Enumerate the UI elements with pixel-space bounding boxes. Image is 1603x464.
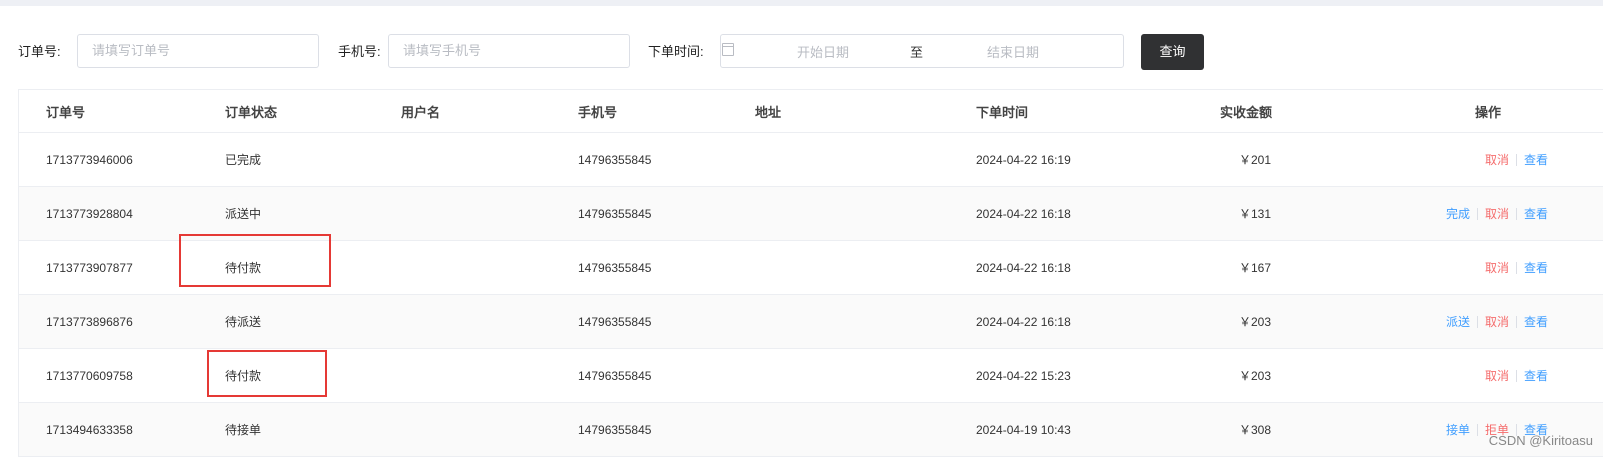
cancel-button[interactable]: 取消 [1485,205,1509,222]
cell-amount: ￥201 [1239,153,1272,167]
cancel-button[interactable]: 取消 [1485,259,1509,276]
order-no-label: 订单号: [18,44,61,59]
phone-input[interactable]: 请填写手机号 [388,34,630,68]
action-divider [1515,315,1517,328]
cancel-button[interactable]: 取消 [1485,151,1509,168]
cell-order-no: 1713773928804 [46,206,133,221]
calendar-icon [722,43,734,56]
view-button[interactable]: 查看 [1524,367,1548,384]
cell-status: 待接单 [225,423,262,437]
cell-amount: ￥308 [1239,423,1272,437]
view-button[interactable]: 查看 [1524,259,1548,276]
cancel-button[interactable]: 取消 [1485,367,1509,384]
row-actions: 取消 查看 [1485,241,1548,294]
cell-phone: 14796355845 [578,422,652,437]
watermark: CSDN @Kiritoasu [1488,433,1593,448]
action-divider [1515,153,1517,166]
cell-order-time: 2024-04-22 16:19 [976,152,1071,167]
cell-phone: 14796355845 [578,368,652,383]
row-actions: 取消 查看 [1485,349,1548,402]
action-divider [1476,315,1478,328]
row-actions: 取消 查看 [1485,133,1548,186]
cell-phone: 14796355845 [578,260,652,275]
query-button[interactable]: 查询 [1141,34,1204,70]
row-actions: 派送 取消 查看 [1446,295,1548,348]
view-button[interactable]: 查看 [1524,313,1548,330]
accept-button[interactable]: 接单 [1446,421,1470,438]
table-row: 1713494633358 待接单 14796355845 2024-04-19 10… [19,403,1603,457]
cell-order-no: 1713494633358 [46,422,133,437]
table-row: 1713773946006 已完成 14796355845 2024-04-22 16… [19,133,1603,187]
action-divider [1515,369,1517,382]
cell-order-no: 1713773896876 [46,314,133,329]
action-divider [1515,261,1517,274]
table-header: 订单号 订单状态 用户名 手机号 地址 下单时间 实收金额 操作 [19,89,1603,133]
table-row: 1713773896876 待派送 14796355845 2024-04-22 16… [19,295,1603,349]
action-divider [1476,207,1478,220]
header-status: 订单状态 [225,104,278,120]
end-date-input[interactable]: 结束日期 [987,44,1039,62]
cell-phone: 14796355845 [578,206,652,221]
cell-amount: ￥131 [1239,207,1272,221]
phone-label: 手机号: [338,44,381,59]
cell-phone: 14796355845 [578,152,652,167]
cell-status: 派送中 [225,207,262,221]
complete-button[interactable]: 完成 [1446,205,1470,222]
cell-status: 待派送 [225,315,262,329]
row-actions: 接单 拒单 查看 [1446,403,1548,456]
header-username: 用户名 [401,104,441,120]
cell-order-no: 1713773946006 [46,152,133,167]
cancel-button[interactable]: 取消 [1485,313,1509,330]
cell-status: 已完成 [225,153,262,167]
cell-order-no: 1713770609758 [46,368,133,383]
highlight-box [207,350,327,397]
cell-order-time: 2024-04-19 10:43 [976,422,1071,437]
view-button[interactable]: 查看 [1524,205,1548,222]
cell-order-time: 2024-04-22 16:18 [976,260,1071,275]
view-button[interactable]: 查看 [1524,151,1548,168]
top-strip [0,0,1603,6]
cell-amount: ￥167 [1239,261,1272,275]
header-actions: 操作 [1475,104,1502,120]
highlight-box [179,234,331,287]
row-actions: 完成 取消 查看 [1446,187,1548,240]
cell-order-time: 2024-04-22 16:18 [976,314,1071,329]
header-address: 地址 [755,104,782,120]
header-phone: 手机号 [578,104,618,120]
action-divider [1515,207,1517,220]
order-time-label: 下单时间: [648,44,704,59]
action-divider [1476,423,1478,436]
header-order-no: 订单号 [46,104,86,120]
date-separator: 至 [910,45,924,60]
cell-order-no: 1713773907877 [46,260,133,275]
cell-amount: ￥203 [1239,315,1272,329]
order-no-input[interactable]: 请填写订单号 [77,34,319,68]
cell-order-time: 2024-04-22 15:23 [976,368,1071,383]
header-order-time: 下单时间 [976,104,1029,120]
table-row: 1713773928804 派送中 14796355845 2024-04-22 16… [19,187,1603,241]
cell-amount: ￥203 [1239,369,1272,383]
start-date-input[interactable]: 开始日期 [797,44,849,62]
dispatch-button[interactable]: 派送 [1446,313,1470,330]
table-body: 1713773946006 已完成 14796355845 2024-04-22 16… [19,133,1603,457]
header-amount: 实收金额 [1220,104,1273,120]
cell-phone: 14796355845 [578,314,652,329]
cell-order-time: 2024-04-22 16:18 [976,206,1071,221]
